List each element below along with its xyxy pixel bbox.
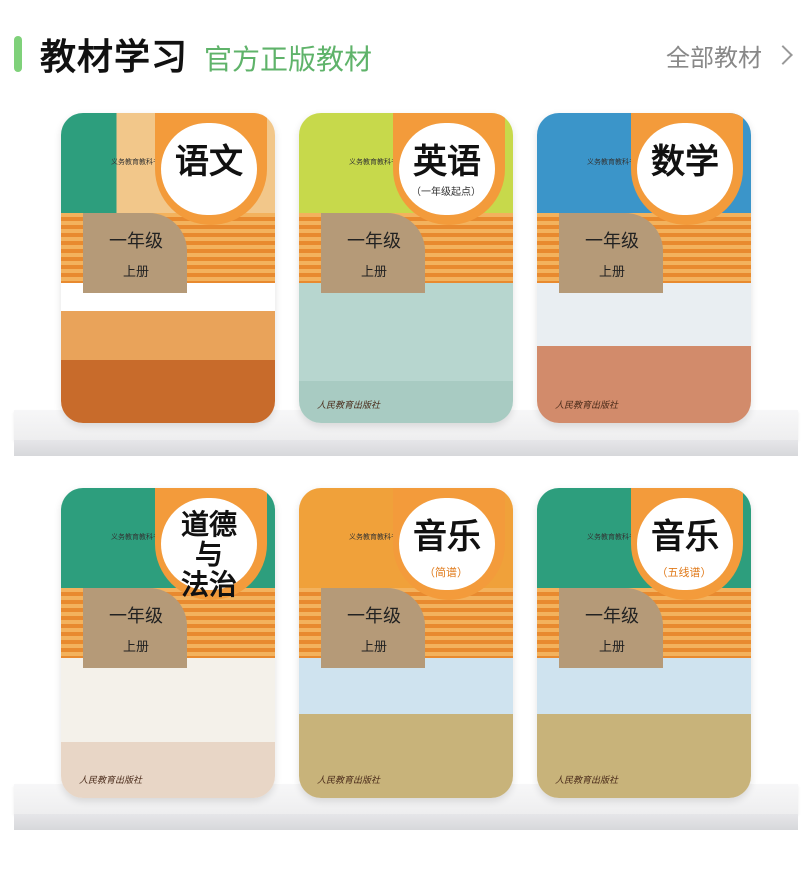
grade-plate bbox=[321, 213, 425, 293]
accent-bar bbox=[14, 36, 22, 72]
term-label: 上册 bbox=[598, 265, 625, 280]
subject-title: 道德 与 法治 bbox=[180, 508, 237, 601]
textbook-chinese[interactable]: 义务教育教科书 一年级 上册 语文 bbox=[61, 113, 275, 423]
edition-label: （简谱） bbox=[424, 566, 468, 579]
grade-plate bbox=[83, 588, 187, 668]
textbook-music-staff[interactable]: 义务教育教科书 一年级 上册 音乐 （五线谱） 人民教育出版社 bbox=[537, 488, 751, 798]
all-textbooks-label: 全部教材 bbox=[666, 43, 762, 72]
textbook-morality-law[interactable]: 义务教育教科书 一年级 上册 道德 与 法治 人民教育出版社 bbox=[61, 488, 275, 798]
edition-label: （五线谱） bbox=[656, 566, 712, 579]
chevron-right-icon bbox=[773, 45, 793, 65]
grade-label: 一年级 bbox=[109, 231, 163, 252]
subject-title: 语文 bbox=[175, 142, 243, 182]
grade-plate bbox=[559, 588, 663, 668]
publisher-label: 人民教育出版社 bbox=[79, 776, 143, 786]
publisher-label: 人民教育出版社 bbox=[317, 776, 381, 786]
series-label: 义务教育教科书 bbox=[349, 158, 398, 166]
term-label: 上册 bbox=[360, 640, 387, 655]
section-title: 教材学习 bbox=[40, 37, 189, 78]
grade-label: 一年级 bbox=[347, 606, 401, 627]
series-label: 义务教育教科书 bbox=[111, 158, 160, 166]
series-label: 义务教育教科书 bbox=[349, 533, 398, 541]
edition-label: （一年级起点） bbox=[411, 187, 481, 198]
grade-label: 一年级 bbox=[585, 606, 639, 627]
subject-title: 英语 bbox=[413, 142, 481, 182]
cover-illustration bbox=[61, 283, 275, 423]
subject-title: 音乐 bbox=[651, 517, 719, 557]
publisher-label: 人民教育出版社 bbox=[555, 776, 619, 786]
section-header: 教材学习 官方正版教材 全部教材 bbox=[0, 0, 808, 110]
shelf-edge bbox=[14, 440, 798, 456]
publisher-label: 人民教育出版社 bbox=[555, 401, 619, 411]
grade-label: 一年级 bbox=[109, 606, 163, 627]
grade-plate bbox=[321, 588, 425, 668]
term-label: 上册 bbox=[360, 265, 387, 280]
grade-plate bbox=[83, 213, 187, 293]
subject-title: 数学 bbox=[651, 142, 719, 182]
grade-label: 一年级 bbox=[347, 231, 401, 252]
subject-title: 音乐 bbox=[413, 517, 481, 557]
series-label: 义务教育教科书 bbox=[587, 533, 636, 541]
shelf-edge bbox=[14, 814, 798, 830]
grade-plate bbox=[559, 213, 663, 293]
publisher-label: 人民教育出版社 bbox=[317, 401, 381, 411]
term-label: 上册 bbox=[598, 640, 625, 655]
textbook-music-numbered[interactable]: 义务教育教科书 一年级 上册 音乐 （简谱） 人民教育出版社 bbox=[299, 488, 513, 798]
series-label: 义务教育教科书 bbox=[587, 158, 636, 166]
textbook-english[interactable]: 义务教育教科书 一年级 上册 英语 （一年级起点） 人民教育出版社 bbox=[299, 113, 513, 423]
textbook-math[interactable]: 义务教育教科书 一年级 上册 数学 人民教育出版社 bbox=[537, 113, 751, 423]
term-label: 上册 bbox=[122, 265, 149, 280]
all-textbooks-link[interactable]: 全部教材 bbox=[666, 38, 793, 72]
grade-label: 一年级 bbox=[585, 231, 639, 252]
series-label: 义务教育教科书 bbox=[111, 533, 160, 541]
term-label: 上册 bbox=[122, 640, 149, 655]
section-subtitle: 官方正版教材 bbox=[204, 43, 373, 76]
